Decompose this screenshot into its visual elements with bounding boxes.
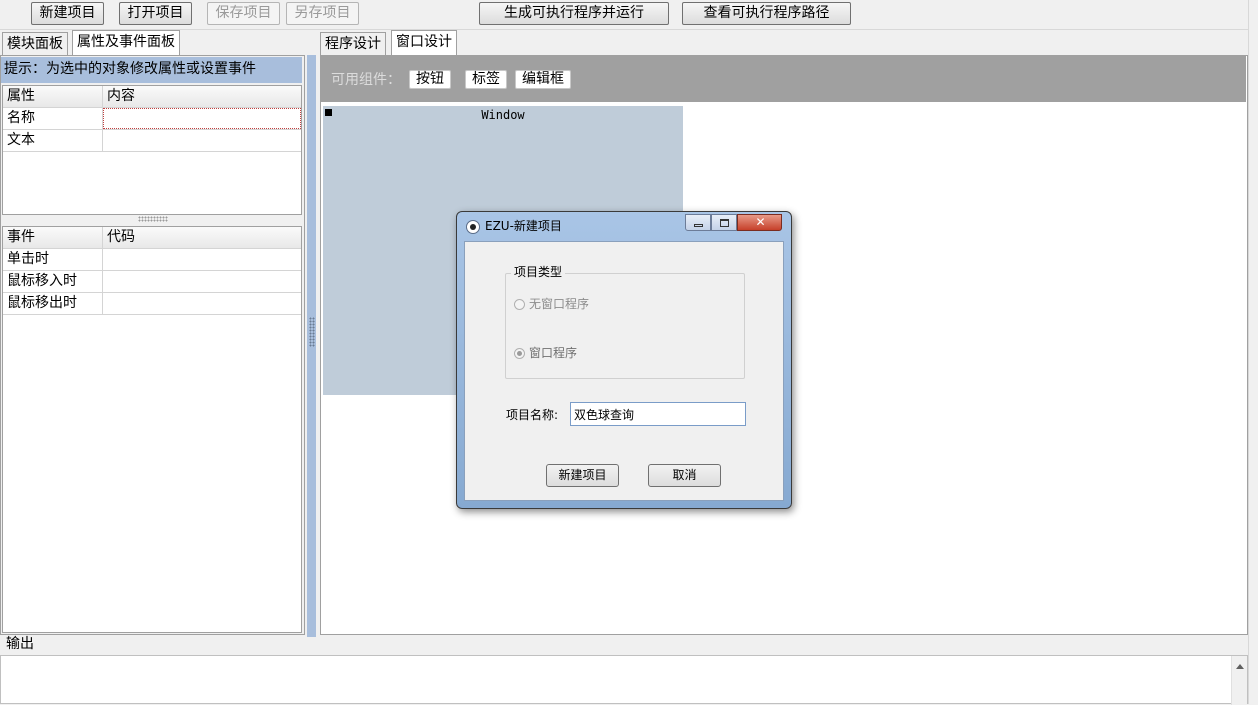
event-click-label: 单击时 [3, 249, 103, 270]
tab-module-panel[interactable]: 模块面板 [2, 32, 68, 56]
components-label: 可用组件： [331, 72, 401, 88]
close-button[interactable]: ✕ [737, 214, 782, 231]
maximize-icon [720, 219, 729, 227]
vertical-splitter[interactable] [307, 55, 316, 637]
page-scrollbar[interactable] [1248, 0, 1258, 704]
scroll-up-icon[interactable] [1236, 664, 1244, 669]
project-type-group-title: 项目类型 [511, 265, 566, 279]
hint-bar: 提示：为选中的对象修改属性或设置事件 [1, 57, 302, 83]
table-row[interactable]: 鼠标移入时 [3, 271, 301, 293]
toolbar: 新建项目 打开项目 保存项目 另存项目 生成可执行程序并运行 查看可执行程序路径 [0, 0, 1258, 30]
window-program-radio[interactable] [514, 348, 525, 359]
cancel-button[interactable]: 取消 [648, 464, 721, 487]
table-row[interactable]: 名称 [3, 108, 301, 130]
save-as-button[interactable]: 另存项目 [286, 2, 359, 25]
properties-header: 属性 内容 [3, 86, 301, 108]
build-run-button[interactable]: 生成可执行程序并运行 [479, 2, 669, 25]
save-project-button[interactable]: 保存项目 [207, 2, 280, 25]
minimize-button[interactable] [685, 214, 711, 231]
project-type-group [505, 273, 745, 379]
new-project-dialog: EZU-新建项目 ✕ 项目类型 无窗口程序 窗口程序 项目名称: 新建项目 取消 [456, 211, 792, 509]
console-program-radio[interactable] [514, 299, 525, 310]
table-row[interactable]: 单击时 [3, 249, 301, 271]
property-text-value[interactable] [103, 130, 301, 151]
output-area[interactable] [0, 655, 1248, 705]
table-row[interactable]: 文本 [3, 130, 301, 152]
events-grid: 事件 代码 单击时 鼠标移入时 鼠标移出时 [2, 226, 302, 633]
open-project-button[interactable]: 打开项目 [119, 2, 192, 25]
event-click-code[interactable] [103, 249, 301, 270]
event-mouse-enter-code[interactable] [103, 271, 301, 292]
dialog-app-icon [466, 220, 480, 234]
tab-window-design[interactable]: 窗口设计 [391, 30, 457, 56]
header-property: 属性 [3, 86, 103, 107]
header-code: 代码 [107, 229, 135, 245]
event-mouse-leave-code[interactable] [103, 293, 301, 314]
project-name-input[interactable] [570, 402, 746, 426]
output-label: 输出 [6, 636, 34, 652]
components-bar: 可用组件： 按钮 标签 编辑框 [321, 56, 1246, 102]
properties-grid: 属性 内容 名称 文本 [2, 85, 302, 215]
window-title-label: Window [481, 108, 525, 122]
header-event: 事件 [3, 227, 103, 248]
property-text-label: 文本 [3, 130, 103, 151]
property-name-label: 名称 [3, 108, 103, 129]
output-scrollbar[interactable] [1231, 656, 1247, 705]
console-program-label[interactable]: 无窗口程序 [529, 296, 589, 312]
minimize-icon [694, 224, 703, 227]
property-name-value[interactable] [103, 108, 301, 129]
component-edit-box[interactable]: 编辑框 [515, 69, 571, 89]
component-label[interactable]: 标签 [465, 69, 507, 89]
events-header: 事件 代码 [3, 227, 301, 249]
component-button[interactable]: 按钮 [409, 69, 451, 89]
window-program-label[interactable]: 窗口程序 [529, 345, 577, 361]
tab-program-design[interactable]: 程序设计 [320, 32, 386, 56]
view-path-button[interactable]: 查看可执行程序路径 [682, 2, 851, 25]
splitter-grip-icon [309, 317, 315, 347]
tab-property-event-panel[interactable]: 属性及事件面板 [72, 30, 180, 56]
horizontal-splitter[interactable] [138, 216, 168, 222]
create-project-button[interactable]: 新建项目 [546, 464, 619, 487]
header-content: 内容 [107, 88, 135, 104]
new-project-button[interactable]: 新建项目 [31, 2, 104, 25]
close-icon: ✕ [755, 215, 766, 229]
maximize-button[interactable] [711, 214, 737, 231]
dialog-client: 项目类型 无窗口程序 窗口程序 项目名称: 新建项目 取消 [464, 241, 784, 501]
project-name-label: 项目名称: [506, 408, 559, 422]
table-row[interactable]: 鼠标移出时 [3, 293, 301, 315]
event-mouse-leave-label: 鼠标移出时 [3, 293, 103, 314]
event-mouse-enter-label: 鼠标移入时 [3, 271, 103, 292]
dialog-title: EZU-新建项目 [485, 219, 562, 233]
